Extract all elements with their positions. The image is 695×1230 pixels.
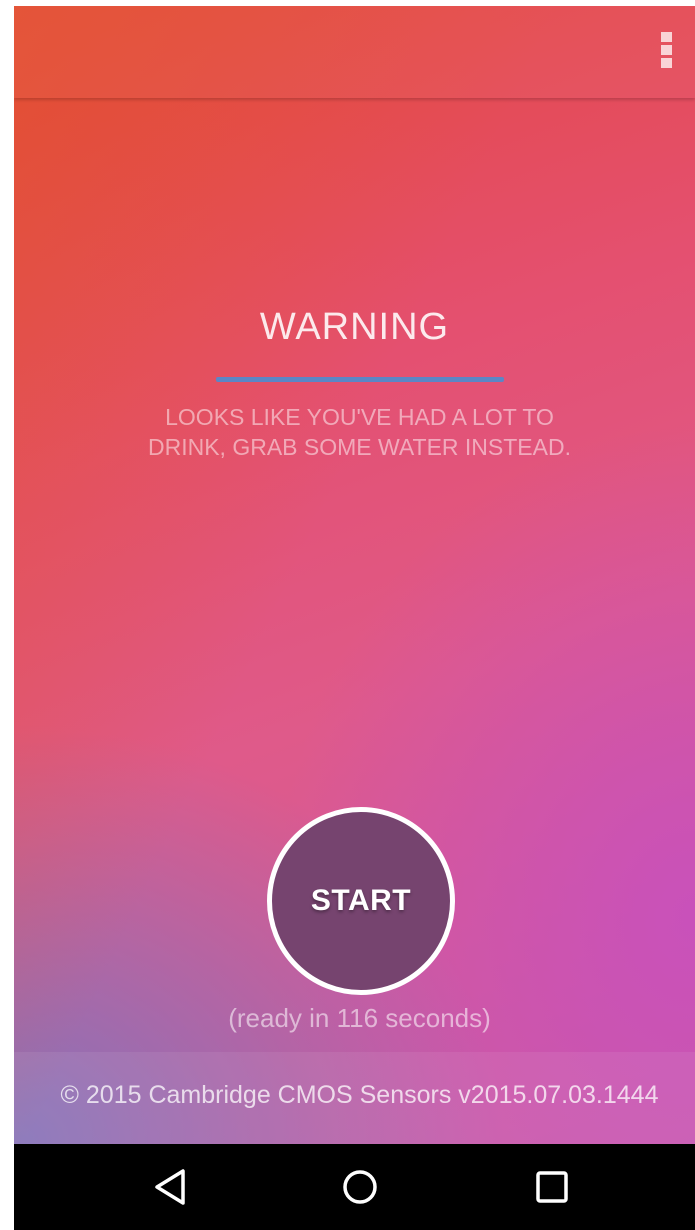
home-circle-icon[interactable]: [330, 1162, 390, 1212]
recents-square-svg: [536, 1171, 568, 1203]
back-triangle-svg: [155, 1169, 185, 1205]
copyright-text: © 2015 Cambridge CMOS Sensors v2015.07.0…: [60, 1081, 659, 1109]
warning-divider: [216, 377, 504, 382]
recents-square-icon[interactable]: [522, 1162, 582, 1212]
warning-title: WARNING: [259, 306, 450, 348]
home-circle-svg: [343, 1170, 377, 1204]
system-navigation-bar: [14, 1144, 695, 1230]
ready-countdown-text: (ready in 116 seconds): [228, 1003, 491, 1033]
phone-screen: WARNING LOOKS LIKE YOU'VE HAD A LOT TO D…: [14, 6, 695, 1230]
start-button-label: START: [310, 884, 412, 917]
back-triangle-icon[interactable]: [140, 1162, 200, 1212]
more-vertical-icon[interactable]: [661, 32, 673, 72]
start-button[interactable]: START: [267, 807, 455, 995]
warning-message: LOOKS LIKE YOU'VE HAD A LOT TO DRINK, GR…: [148, 404, 571, 460]
app-bar: [14, 6, 695, 98]
menu-dot: [661, 58, 672, 68]
menu-dot: [661, 45, 672, 55]
menu-dot: [661, 32, 672, 42]
